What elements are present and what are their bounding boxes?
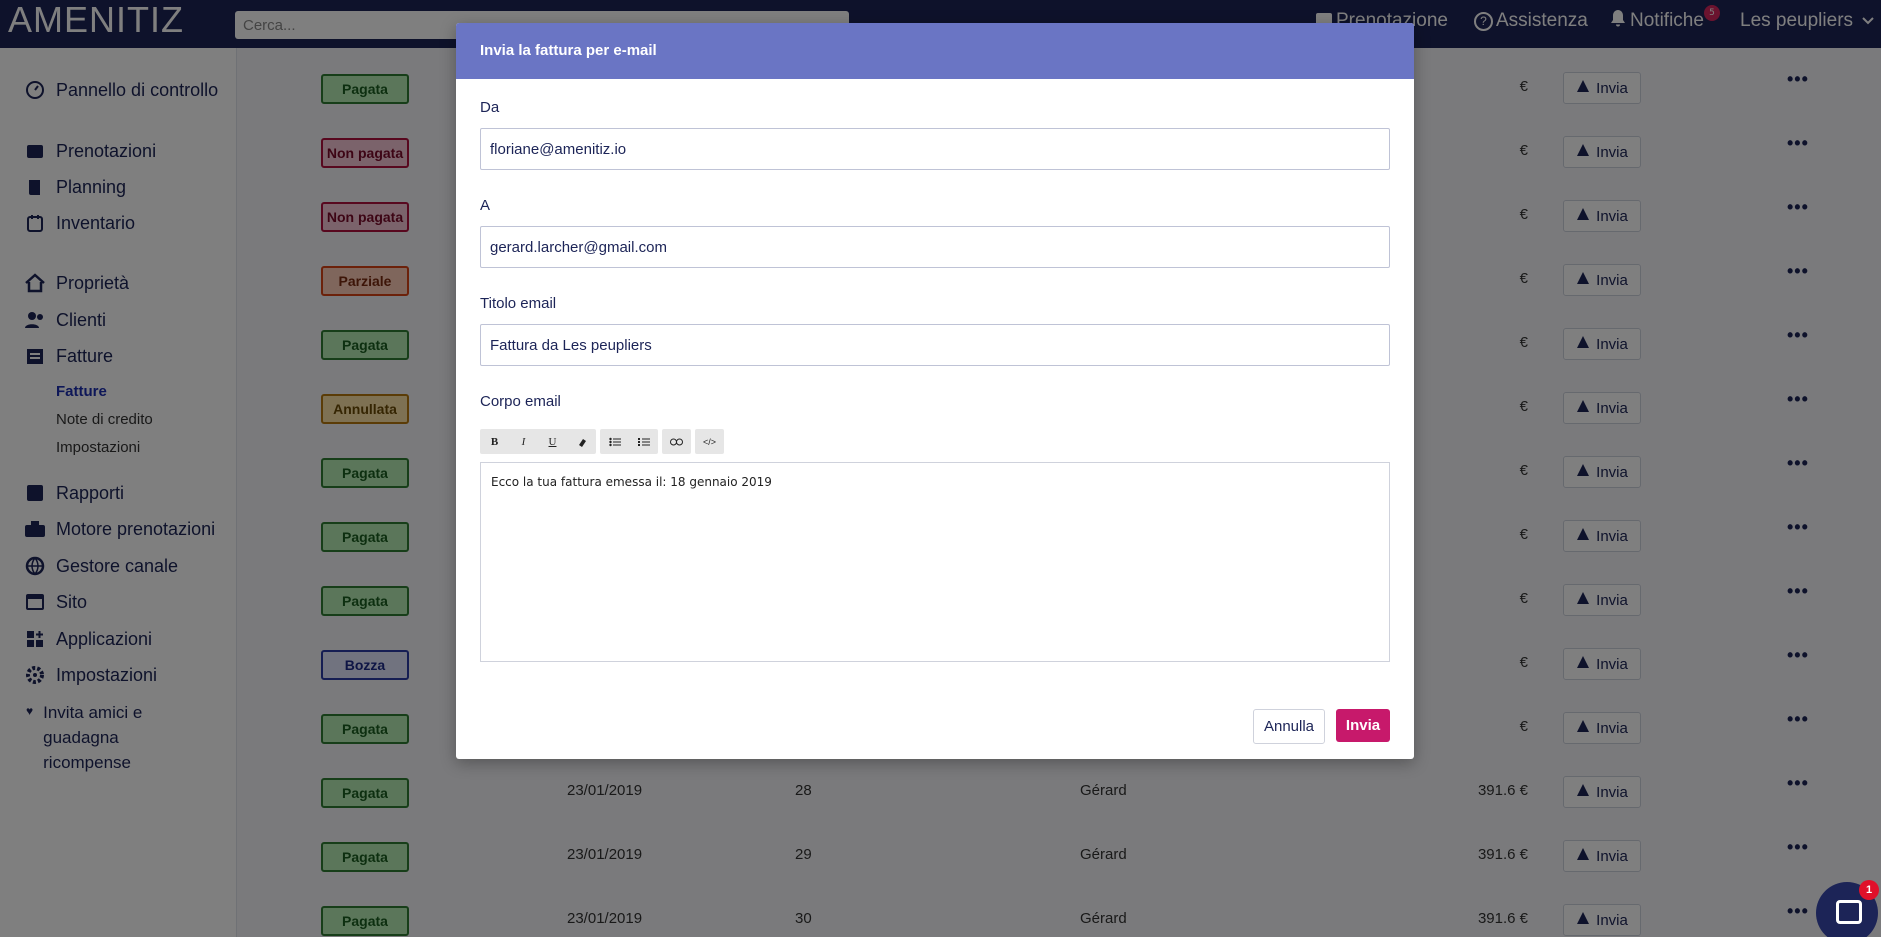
email-body-editor[interactable]: Ecco la tua fattura emessa il: 18 gennai… (480, 462, 1390, 662)
code-group: </> (695, 429, 724, 454)
email-body-text: Ecco la tua fattura emessa il: 18 gennai… (491, 475, 772, 489)
link-group (662, 429, 691, 454)
subject-label: Titolo email (480, 295, 557, 312)
chat-bubble-icon (1836, 900, 1862, 924)
eraser-icon[interactable] (567, 429, 596, 454)
to-field[interactable] (480, 226, 1390, 268)
chat-unread-badge: 1 (1859, 880, 1879, 900)
editor-toolbar: B I U </> (480, 429, 724, 454)
bullet-list-icon[interactable] (600, 429, 629, 454)
code-view-icon[interactable]: </> (695, 429, 724, 454)
numbered-list-icon[interactable] (629, 429, 658, 454)
list-group (600, 429, 658, 454)
send-invoice-email-modal: Invia la fattura per e-mail Da A Titolo … (456, 23, 1414, 759)
send-button[interactable]: Invia (1336, 709, 1390, 742)
subject-field[interactable] (480, 324, 1390, 366)
underline-button[interactable]: U (538, 429, 567, 454)
body-label: Corpo email (480, 393, 561, 410)
bold-button[interactable]: B (480, 429, 509, 454)
cancel-button[interactable]: Annulla (1253, 709, 1325, 744)
to-label: A (480, 197, 491, 214)
format-group: B I U (480, 429, 596, 454)
from-label: Da (480, 99, 500, 116)
link-icon[interactable] (662, 429, 691, 454)
modal-title: Invia la fattura per e-mail (456, 23, 1414, 79)
from-field[interactable] (480, 128, 1390, 170)
italic-button[interactable]: I (509, 429, 538, 454)
